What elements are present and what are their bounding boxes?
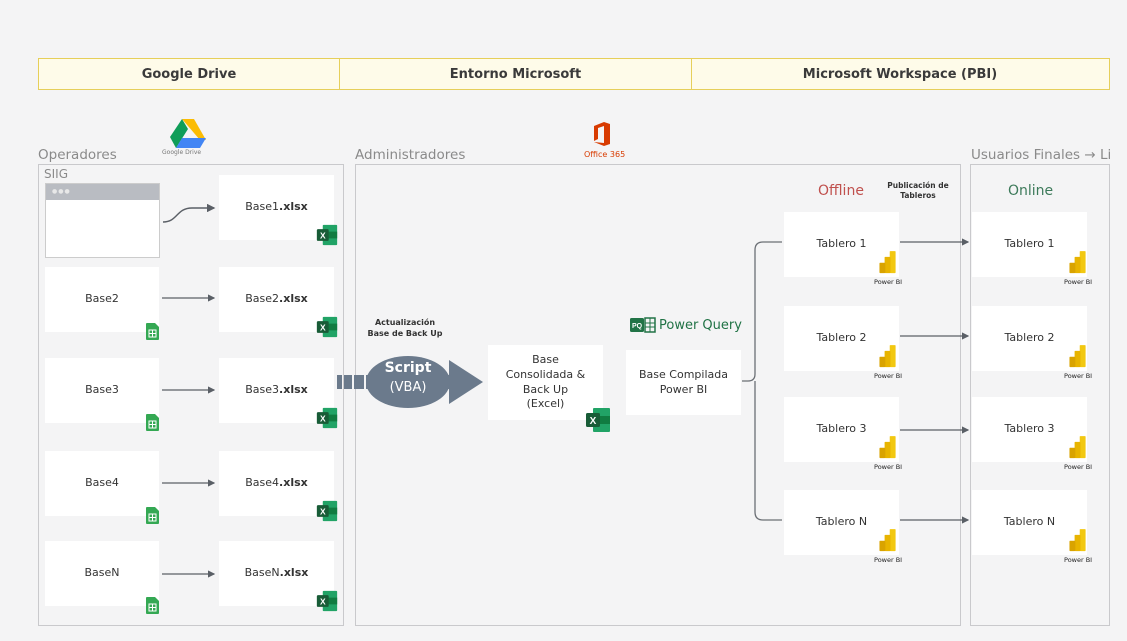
siig-to-base1-arrow	[162, 203, 216, 223]
connector-lines	[162, 203, 970, 578]
diagram-canvas: Google Drive Entorno Microsoft Microsoft…	[0, 0, 1127, 641]
bracket-bottom	[754, 381, 782, 521]
bracket-top	[742, 241, 782, 382]
